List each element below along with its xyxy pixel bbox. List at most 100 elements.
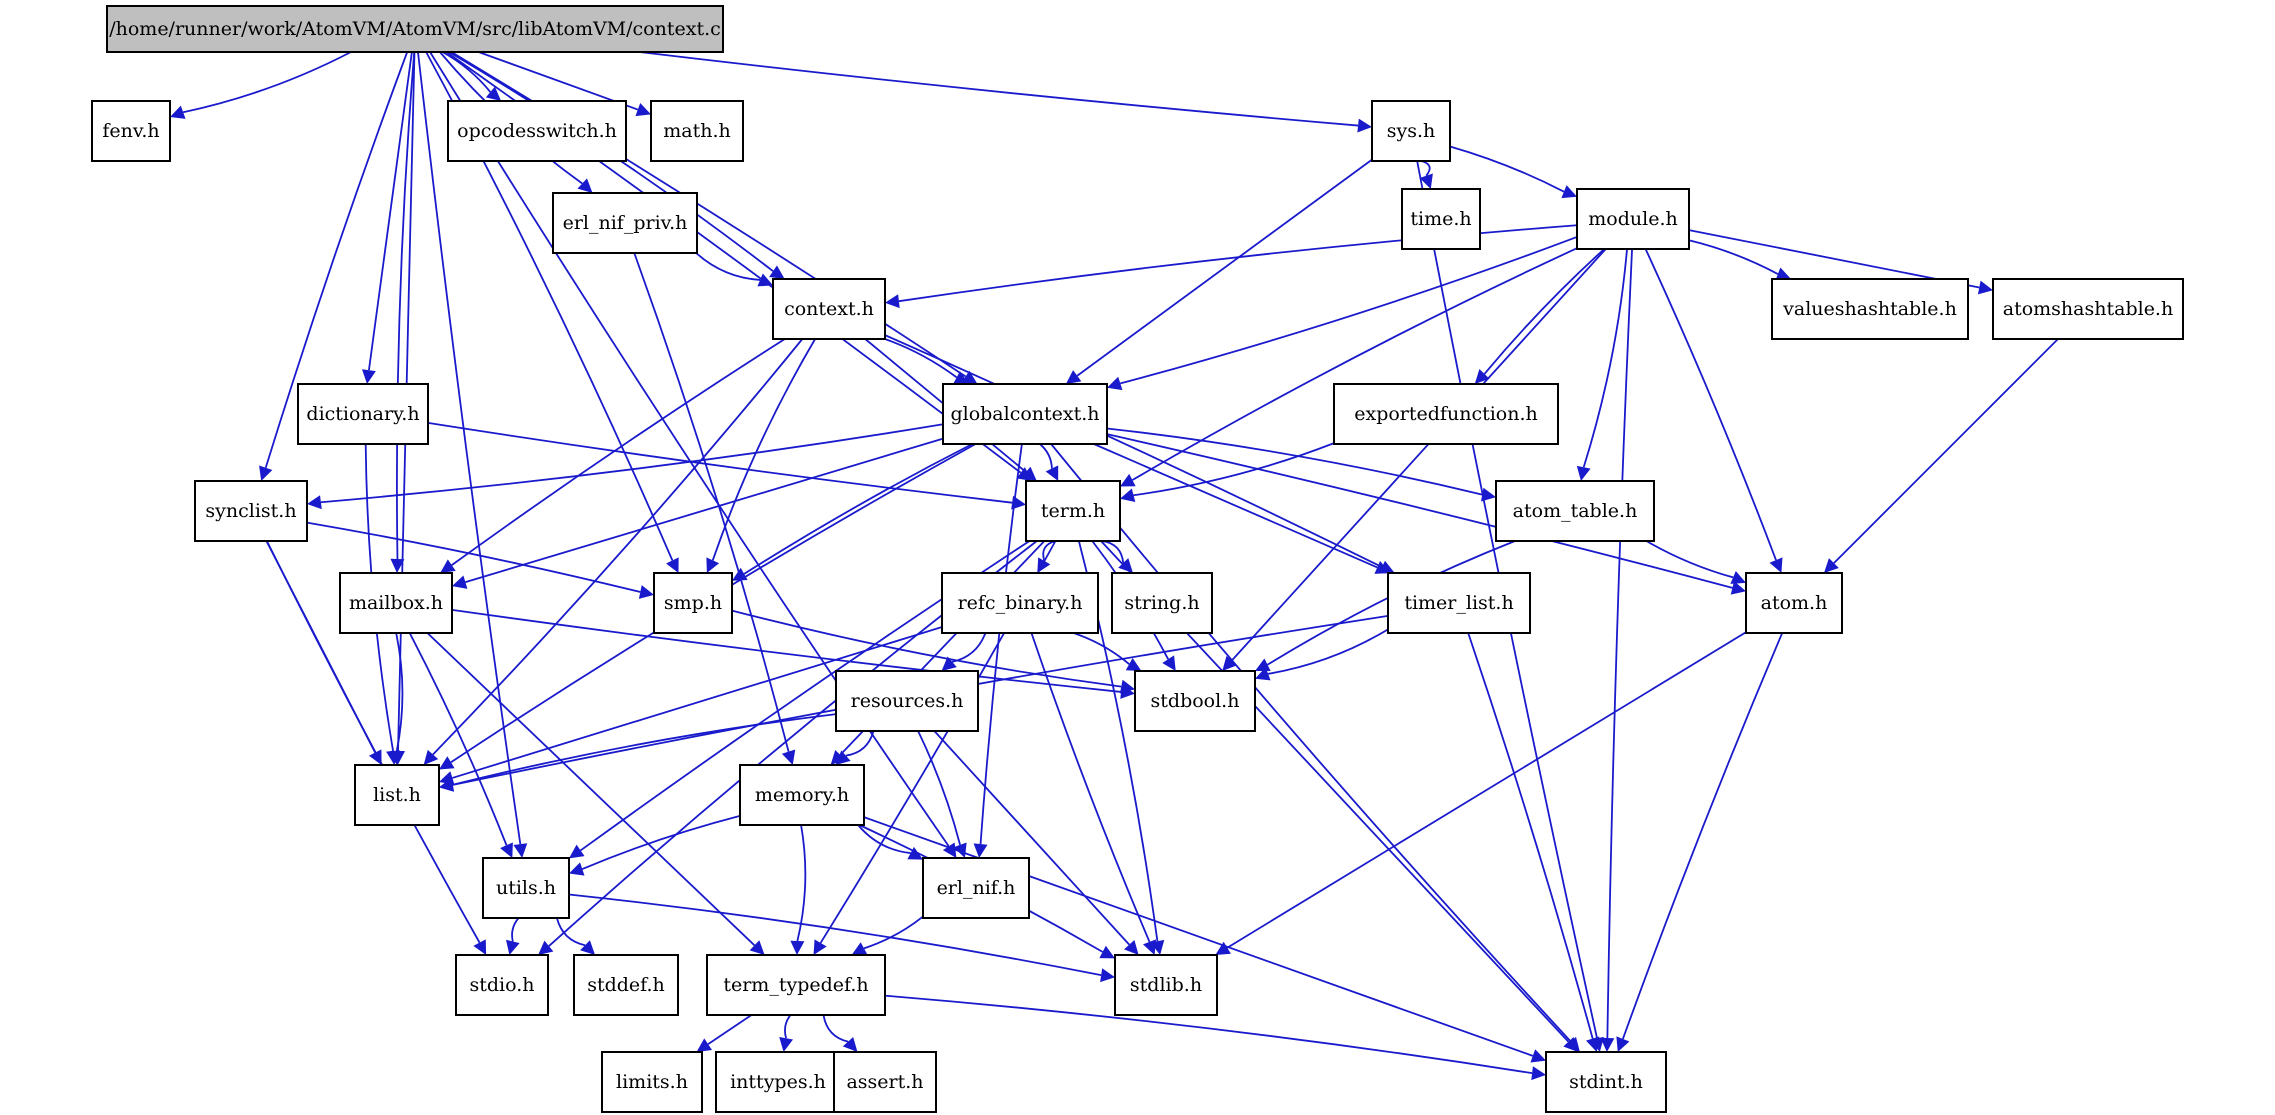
node-label: stddef.h xyxy=(587,974,665,996)
node-label: atom_table.h xyxy=(1513,500,1638,522)
edge-module_h-to-stdint_h xyxy=(1600,248,1633,1052)
root-file-node[interactable]: /home/runner/work/AtomVM/AtomVM/src/libA… xyxy=(106,5,724,53)
edge-module_h-to-term_h xyxy=(1120,247,1578,487)
node-exportedfunction-h[interactable]: exportedfunction.h xyxy=(1333,383,1559,445)
node-synclist-h[interactable]: synclist.h xyxy=(194,480,308,542)
edge-line xyxy=(884,338,958,379)
node-math-h[interactable]: math.h xyxy=(650,100,744,162)
node-stdlib-h[interactable]: stdlib.h xyxy=(1114,954,1218,1016)
arrowhead-icon xyxy=(1118,558,1133,573)
node-resources-h[interactable]: resources.h xyxy=(835,670,979,732)
node-memory-h[interactable]: memory.h xyxy=(739,764,865,826)
arrowhead-icon xyxy=(1600,1037,1615,1052)
node-smp-h[interactable]: smp.h xyxy=(653,572,733,634)
node-string-h[interactable]: string.h xyxy=(1111,572,1213,634)
node-limits-h[interactable]: limits.h xyxy=(601,1051,703,1113)
node-assert-h[interactable]: assert.h xyxy=(833,1051,937,1113)
node-label: sys.h xyxy=(1387,120,1436,142)
node-label: time.h xyxy=(1410,208,1471,230)
node-erl-nif-h[interactable]: erl_nif.h xyxy=(922,857,1030,919)
node-refc-binary-h[interactable]: refc_binary.h xyxy=(941,572,1099,634)
arrowhead-icon xyxy=(696,1038,713,1052)
node-utils-h[interactable]: utils.h xyxy=(482,857,570,919)
arrowhead-icon xyxy=(1357,118,1372,133)
node-label: smp.h xyxy=(664,592,722,614)
edge-line xyxy=(1226,631,1747,949)
edge-resources_h-to-memory_h xyxy=(835,730,875,765)
edge-atom_h-to-stdlib_h xyxy=(1215,631,1747,955)
node-label: memory.h xyxy=(755,784,849,806)
node-inttypes-h[interactable]: inttypes.h xyxy=(715,1051,841,1113)
node-list-h[interactable]: list.h xyxy=(354,764,440,826)
edge-globalcontext_h-to-timer_list_h xyxy=(1093,443,1391,574)
node-label: limits.h xyxy=(616,1071,688,1093)
edge-line xyxy=(1582,248,1628,468)
node-label: term_typedef.h xyxy=(723,974,868,996)
edge-line xyxy=(581,815,741,870)
edge-line xyxy=(917,730,961,846)
node-label: synclist.h xyxy=(205,500,296,522)
node-label: stdlib.h xyxy=(1130,974,1202,996)
node-module-h[interactable]: module.h xyxy=(1576,188,1690,250)
edge-line xyxy=(1030,632,1151,943)
node-label: resources.h xyxy=(851,690,964,712)
arrowhead-icon xyxy=(638,585,654,599)
edge-context_c-to-sys_h xyxy=(639,51,1372,133)
node-stddef-h[interactable]: stddef.h xyxy=(573,954,679,1016)
node-stdio-h[interactable]: stdio.h xyxy=(455,954,549,1016)
arrowhead-icon xyxy=(973,843,988,858)
node-atomshashtable-h[interactable]: atomshashtable.h xyxy=(1992,278,2184,340)
arrowhead-icon xyxy=(505,939,520,955)
node-label: atom.h xyxy=(1761,592,1828,614)
node-term-h[interactable]: term.h xyxy=(1025,480,1121,542)
node-label: exportedfunction.h xyxy=(1354,403,1538,425)
edge-line xyxy=(427,421,1013,504)
node-label: erl_nif_priv.h xyxy=(563,212,688,234)
node-atom-h[interactable]: atom.h xyxy=(1745,572,1843,634)
node-timer-list-h[interactable]: timer_list.h xyxy=(1387,572,1531,634)
arrowhead-icon xyxy=(580,940,596,955)
edge-globalcontext_h-to-smp_h xyxy=(732,443,973,581)
arrowhead-icon xyxy=(1977,280,1993,295)
edge-line xyxy=(1133,442,1335,497)
edges-layer xyxy=(170,51,2059,1081)
node-opcodesswitch-h[interactable]: opcodesswitch.h xyxy=(447,100,627,162)
node-label: inttypes.h xyxy=(730,1071,826,1093)
node-stdint-h[interactable]: stdint.h xyxy=(1545,1051,1667,1113)
edge-memory_h-to-term_typedef_h xyxy=(790,824,807,955)
node-label: valueshashtable.h xyxy=(1782,298,1957,320)
edge-line xyxy=(822,1014,849,1043)
edge-module_h-to-globalcontext_h xyxy=(1107,236,1578,391)
edge-line xyxy=(1449,145,1565,193)
node-label: module.h xyxy=(1588,208,1677,230)
node-term-typedef-h[interactable]: term_typedef.h xyxy=(706,954,886,1016)
arrowhead-icon xyxy=(569,844,585,859)
node-context-h[interactable]: context.h xyxy=(772,278,886,340)
edge-memory_h-to-stdint_h xyxy=(863,816,1546,1063)
node-mailbox-h[interactable]: mailbox.h xyxy=(339,572,453,634)
edge-line xyxy=(711,338,816,561)
node-stdbool-h[interactable]: stdbool.h xyxy=(1134,670,1256,732)
node-time-h[interactable]: time.h xyxy=(1401,188,1481,250)
arrowhead-icon xyxy=(259,465,273,481)
node-dictionary-h[interactable]: dictionary.h xyxy=(297,383,429,445)
edge-atomshashtable_h-to-atom_h xyxy=(1824,338,2059,573)
node-erl-nif-priv-h[interactable]: erl_nif_priv.h xyxy=(552,192,698,254)
node-atom-table-h[interactable]: atom_table.h xyxy=(1495,480,1655,542)
edge-line xyxy=(707,1014,752,1045)
edge-module_h-to-exportedfunction_h xyxy=(1474,248,1605,384)
node-fenv-h[interactable]: fenv.h xyxy=(91,100,171,162)
arrowhead-icon xyxy=(1100,968,1115,983)
edge-line xyxy=(396,51,416,560)
edge-memory_h-to-utils_h xyxy=(569,815,741,876)
edge-line xyxy=(951,632,987,663)
edge-line xyxy=(182,51,352,114)
edge-line xyxy=(511,917,520,942)
edge-line xyxy=(556,917,586,947)
node-globalcontext-h[interactable]: globalcontext.h xyxy=(942,383,1108,445)
edge-mailbox_h-to-term_typedef_h xyxy=(426,632,765,955)
node-sys-h[interactable]: sys.h xyxy=(1371,100,1451,162)
arrowhead-icon xyxy=(732,567,748,581)
node-valueshashtable-h[interactable]: valueshashtable.h xyxy=(1771,278,1969,340)
node-label: globalcontext.h xyxy=(950,403,1099,425)
